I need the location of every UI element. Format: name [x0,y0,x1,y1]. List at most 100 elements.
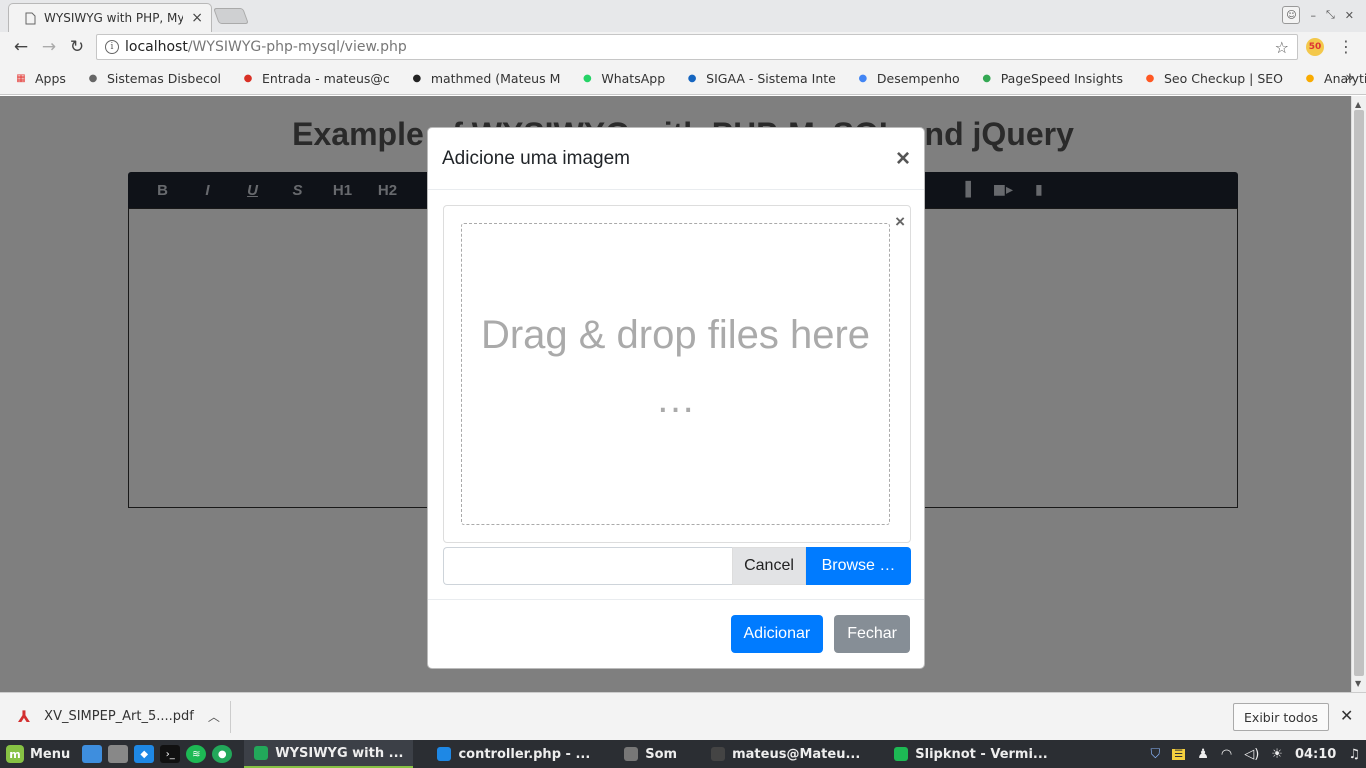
notes-icon[interactable]: ☰ [1172,748,1186,760]
restore-icon[interactable]: ⤡ [1326,8,1335,22]
close-download-bar-icon[interactable]: ✕ [1340,706,1353,725]
bookmark-label: SIGAA - Sistema Inte [706,70,836,86]
modal-title: Adicione uma imagem [442,147,630,169]
chrome-icon [254,746,269,760]
bookmark-item[interactable]: ● Desempenho [856,71,960,86]
file-input-group: Cancel Browse … [443,547,911,585]
github-icon: ● [412,72,422,84]
drop-zone[interactable]: Drag & drop files here … [461,223,890,525]
taskbar-window-label: Som [645,746,678,762]
forward-icon[interactable]: → [38,36,60,58]
address-bar[interactable]: i localhost/WYSIWYG-php-mysql/view.php ☆ [96,34,1298,60]
download-bar: ⅄ XV_SIMPEP_Art_5....pdf ︿ Exibir todos … [0,692,1366,740]
apps-grid-icon: ▦ [16,72,26,84]
drive-icon: ● [858,72,868,84]
bookmark-label: Apps [35,70,66,86]
vscode-icon [437,747,452,761]
new-tab-button[interactable] [213,8,249,24]
system-tray: ⛉ ☰ ♟ ◠ ◁) ☀ 04:10 ♫ [1150,740,1360,768]
clock: 04:10 [1294,746,1337,762]
bookmark-item[interactable]: ● Seo Checkup | SEO [1143,71,1283,86]
file-caption-field[interactable] [443,547,732,585]
file-drop-frame: × Drag & drop files here … [443,205,911,543]
bookmark-item[interactable]: ● Sistemas Disbecol [86,71,221,86]
show-all-button[interactable]: Exibir todos [1233,703,1329,731]
bookmark-label: Desempenho [876,70,960,86]
user-icon[interactable]: ♟ [1197,747,1209,762]
bookmark-item[interactable]: ▦ Apps [14,71,66,86]
bookmark-item[interactable]: ● Entrada - mateus@c [241,71,390,86]
modal-body: × Drag & drop files here … Cancel Browse… [428,190,924,601]
browser-tabstrip: WYSIWYG with PHP, My × ☺ – ⤡ ✕ [0,0,1366,32]
bookmark-item[interactable]: ●Analytics [1303,71,1366,86]
window-controls: ☺ – ⤡ ✕ [1282,6,1354,24]
scroll-down-icon[interactable]: ▼ [1355,679,1361,688]
taskbar-window[interactable]: Slipknot - Vermi... [884,740,1057,768]
taskbar-window-label: mateus@Mateu... [732,746,861,762]
url-text: localhost/WYSIWYG-php-mysql/view.php [125,39,407,55]
download-file-name: XV_SIMPEP_Art_5....pdf [44,709,194,724]
pagespeed-icon: ● [982,72,992,84]
scroll-up-icon[interactable]: ▲ [1355,100,1361,109]
taskbar-window[interactable]: controller.php - ... [427,740,600,768]
spotify-launcher-icon[interactable]: ≋ [186,745,207,763]
vscode-launcher-icon[interactable]: ◆ [134,745,155,763]
analytics-icon: ● [1305,72,1315,84]
taskbar-window[interactable]: WYSIWYG with ... [244,740,414,768]
remove-icon[interactable]: × [895,212,905,232]
profile-icon[interactable]: ☺ [1282,6,1301,24]
taskbar-window-label: controller.php - ... [458,746,591,762]
bookmark-item[interactable]: ● mathmed (Mateus M [410,71,560,86]
taskbar-window-label: Slipknot - Vermi... [915,746,1048,762]
chrome-menu-icon[interactable]: ⋮ [1338,37,1354,56]
extension-icon[interactable]: 50 [1306,38,1324,56]
cancel-button[interactable]: Cancel [732,547,806,585]
seo-icon: ● [1145,72,1155,84]
start-menu-button[interactable]: m Menu [0,745,76,763]
add-button[interactable]: Adicionar [730,615,824,653]
bookmark-label: Sistemas Disbecol [106,70,221,86]
show-desktop-icon[interactable] [82,745,103,763]
terminal-launcher-icon[interactable]: ›_ [160,745,181,763]
page-icon [25,12,36,24]
tab-title: WYSIWYG with PHP, My [44,11,184,25]
browse-button[interactable]: Browse … [806,547,911,585]
scrollbar-thumb[interactable] [1354,110,1364,676]
page-icon: ● [88,72,98,84]
page-scrollbar[interactable]: ▲ ▼ [1351,96,1366,692]
bookmark-item[interactable]: ● SIGAA - Sistema Inte [685,71,836,86]
spotify-icon [894,747,909,761]
taskbar-window[interactable]: Som [614,740,687,768]
modal-close-icon[interactable]: × [896,145,910,173]
bookmark-label: WhatsApp [601,70,666,86]
reload-icon[interactable]: ↻ [66,36,88,58]
brightness-icon[interactable]: ☀ [1271,747,1283,762]
close-window-icon[interactable]: ✕ [1345,9,1354,22]
gmail-icon: ● [243,72,253,84]
back-icon[interactable]: ← [10,36,32,58]
bookmark-item[interactable]: ● WhatsApp [580,71,665,86]
minimize-icon[interactable]: – [1310,9,1316,22]
wifi-icon[interactable]: ◠ [1221,747,1232,762]
tab-close-icon[interactable]: × [191,10,203,26]
pdf-icon: ⅄ [18,707,31,726]
info-icon[interactable]: i [105,40,119,54]
more-bookmarks-icon[interactable]: » [1345,70,1354,86]
tab-wysiwyg[interactable]: WYSIWYG with PHP, My × [8,3,212,32]
download-item[interactable]: ⅄ XV_SIMPEP_Art_5....pdf ︿ [18,707,220,726]
taskbar: m Menu ◆ ›_ ≋ ● WYSIWYG with ... controll… [0,740,1366,768]
files-icon[interactable] [108,745,129,763]
browser-toolbar: ← → ↻ i localhost/WYSIWYG-php-mysql/view… [0,32,1366,62]
music-icon[interactable]: ♫ [1348,747,1360,762]
chevron-up-icon[interactable]: ︿ [208,708,220,725]
sound-settings-icon [624,747,639,761]
shield-icon[interactable]: ⛉ [1150,747,1160,762]
bookmark-item[interactable]: ● PageSpeed Insights [980,71,1123,86]
chrome-launcher-icon[interactable]: ● [212,745,233,763]
divider [230,701,231,733]
close-button[interactable]: Fechar [834,615,910,653]
volume-icon[interactable]: ◁) [1244,747,1259,762]
taskbar-window[interactable]: mateus@Mateu... [701,740,870,768]
mint-logo-icon: m [6,745,24,763]
bookmark-star-icon[interactable]: ☆ [1275,38,1289,57]
